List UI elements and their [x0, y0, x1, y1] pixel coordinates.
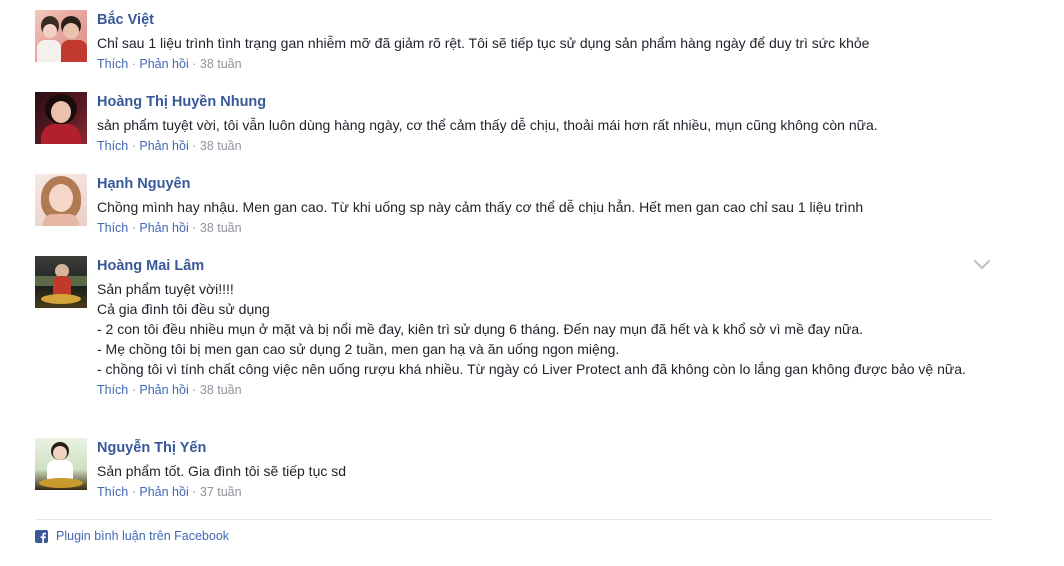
separator: ·: [192, 485, 200, 499]
reply-link[interactable]: Phản hồi: [139, 383, 188, 397]
separator: ·: [192, 57, 200, 71]
facebook-icon: [35, 529, 48, 543]
plugin-footer: Plugin bình luận trên Facebook: [35, 519, 991, 543]
separator: ·: [192, 221, 200, 235]
like-link[interactable]: Thích: [97, 485, 128, 499]
comment-author[interactable]: Hạnh Nguyên: [97, 175, 991, 193]
avatar[interactable]: [35, 92, 87, 144]
comment-item: Hoàng Thị Huyền Nhung sản phẩm tuyệt vời…: [35, 92, 991, 154]
like-link[interactable]: Thích: [97, 57, 128, 71]
avatar[interactable]: [35, 256, 87, 308]
avatar[interactable]: [35, 174, 87, 226]
reply-link[interactable]: Phản hồi: [139, 485, 188, 499]
comment-text: Sản phẩm tuyệt vời!!!! Cả gia đình tôi đ…: [97, 281, 966, 377]
comment-item: Hạnh Nguyên Chồng mình hay nhậu. Men gan…: [35, 174, 991, 236]
comment-actions: Thích · Phản hồi · 38 tuần: [97, 56, 991, 72]
comment-author[interactable]: Hoàng Mai Lâm: [97, 257, 991, 275]
comment-item: Bắc Việt Chỉ sau 1 liệu trình tình trạng…: [35, 10, 991, 72]
comment-text: sản phẩm tuyệt vời, tôi vẫn luôn dùng hà…: [97, 117, 878, 133]
avatar[interactable]: [35, 438, 87, 490]
comment-text: Chồng mình hay nhậu. Men gan cao. Từ khi…: [97, 199, 864, 215]
comment-author[interactable]: Bắc Việt: [97, 11, 991, 29]
comment-timestamp[interactable]: 38 tuần: [200, 139, 242, 153]
comment-author[interactable]: Nguyễn Thị Yến: [97, 439, 991, 457]
reply-link[interactable]: Phản hồi: [139, 139, 188, 153]
separator: ·: [192, 383, 200, 397]
comment-actions: Thích · Phản hồi · 37 tuần: [97, 484, 991, 500]
facebook-plugin-link[interactable]: Plugin bình luận trên Facebook: [56, 529, 229, 543]
like-link[interactable]: Thích: [97, 221, 128, 235]
comment-timestamp[interactable]: 37 tuần: [200, 485, 242, 499]
comment-author[interactable]: Hoàng Thị Huyền Nhung: [97, 93, 991, 111]
comment-actions: Thích · Phản hồi · 38 tuần: [97, 382, 991, 398]
comment-item: Hoàng Mai Lâm Sản phẩm tuyệt vời!!!! Cả …: [35, 256, 991, 398]
comment-actions: Thích · Phản hồi · 38 tuần: [97, 138, 991, 154]
comment-timestamp[interactable]: 38 tuần: [200, 57, 242, 71]
avatar[interactable]: [35, 10, 87, 62]
comment-timestamp[interactable]: 38 tuần: [200, 383, 242, 397]
like-link[interactable]: Thích: [97, 383, 128, 397]
like-link[interactable]: Thích: [97, 139, 128, 153]
comment-text: Sản phẩm tốt. Gia đình tôi sẽ tiếp tục s…: [97, 463, 347, 479]
separator: ·: [192, 139, 200, 153]
comment-text: Chỉ sau 1 liệu trình tình trạng gan nhiễ…: [97, 35, 870, 51]
comment-timestamp[interactable]: 38 tuần: [200, 221, 242, 235]
reply-link[interactable]: Phản hồi: [139, 57, 188, 71]
comment-item: Nguyễn Thị Yến Sản phẩm tốt. Gia đình tô…: [35, 438, 991, 500]
comment-actions: Thích · Phản hồi · 38 tuần: [97, 220, 991, 236]
reply-link[interactable]: Phản hồi: [139, 221, 188, 235]
chevron-down-icon[interactable]: [973, 258, 991, 272]
